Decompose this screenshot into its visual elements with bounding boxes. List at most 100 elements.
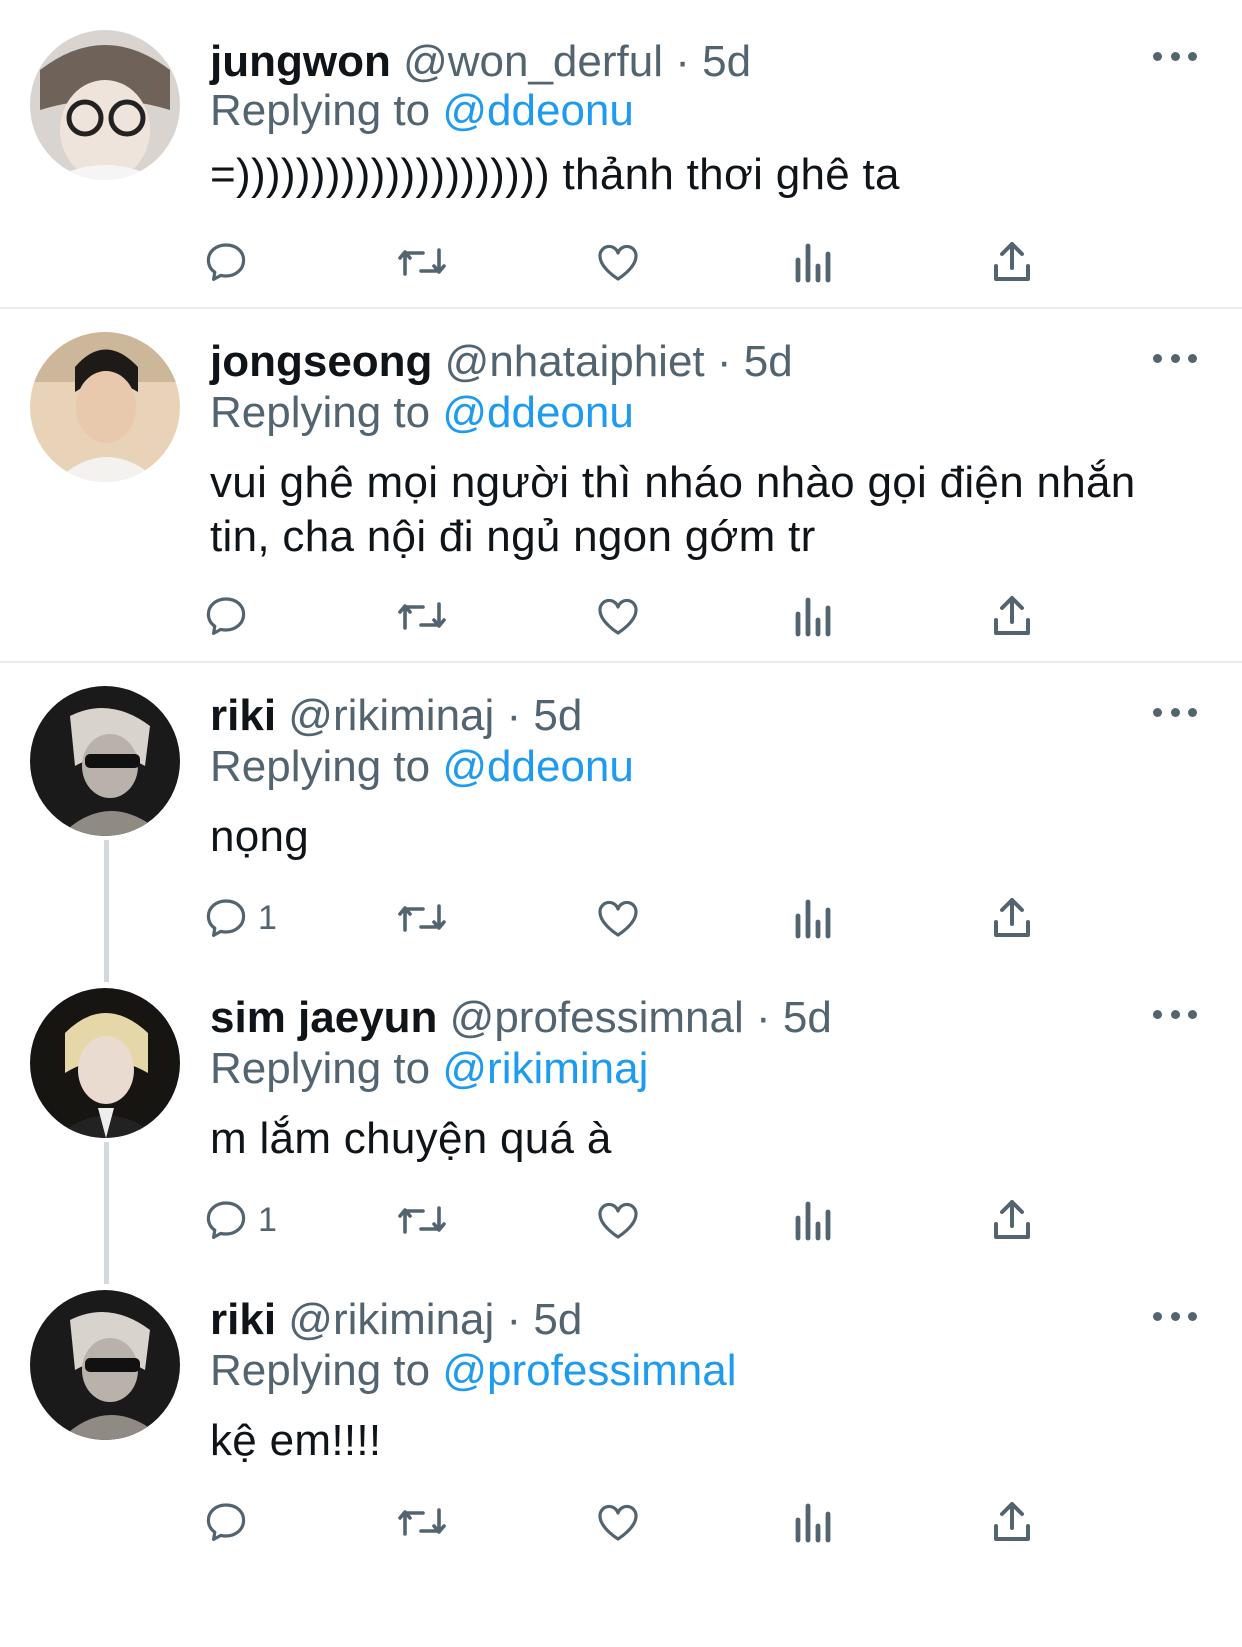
timestamp[interactable]: 5d [533,691,582,740]
user-handle[interactable]: @rikiminaj [288,691,494,740]
share-icon [994,1200,1030,1239]
retweet-button[interactable] [395,588,449,644]
more-icon[interactable] [1153,700,1197,724]
tweet-text: m lắm chuyện quá à [210,1114,612,1163]
share-button[interactable] [990,588,1034,644]
reply-count: 1 [258,898,277,937]
retweet-button[interactable] [395,890,449,946]
timestamp[interactable]: 5d [533,1295,582,1344]
replying-mention[interactable]: @ddeonu [442,388,634,437]
share-button[interactable] [990,1192,1034,1248]
heart-icon [598,244,638,281]
replying-mention[interactable]: @ddeonu [442,742,634,791]
reply-button[interactable] [202,234,258,290]
tweet-header: riki @rikiminaj · 5d [210,686,582,746]
views-button[interactable] [794,890,834,946]
heart-icon [598,1504,638,1541]
share-button[interactable] [990,1494,1034,1550]
separator-dot: · [506,691,522,740]
replying-to: Replying to @ddeonu [210,82,634,140]
share-button[interactable] [990,890,1034,946]
tweet-actions [206,1494,1110,1550]
more-icon[interactable] [1153,346,1197,370]
replying-to: Replying to @professimnal [210,1342,736,1400]
retweet-icon [398,602,446,630]
tweet-text: kệ em!!!! [210,1416,382,1465]
avatar[interactable] [30,1290,180,1440]
tweet-text: =))))))))))))))))))))) thảnh thơi ghê ta [210,150,900,199]
replying-prefix: Replying to [210,1346,431,1395]
retweet-button[interactable] [395,1494,449,1550]
retweet-button[interactable] [395,1192,449,1248]
reply-icon [206,1201,246,1239]
display-name[interactable]: jungwon [210,37,391,86]
retweet-icon [398,248,446,276]
views-icon [795,899,831,939]
share-icon [994,596,1030,635]
reply-icon [206,899,246,937]
user-handle[interactable]: @rikiminaj [288,1295,494,1344]
more-icon[interactable] [1153,1002,1197,1026]
share-button[interactable] [990,234,1034,290]
reply-button[interactable]: 1 [202,890,277,946]
avatar[interactable] [30,30,180,180]
replying-to: Replying to @rikiminaj [210,1040,648,1098]
heart-icon [598,598,638,635]
replying-mention[interactable]: @professimnal [442,1346,736,1395]
tweet-header: jongseong @nhataiphiet · 5d [210,332,793,392]
thread-line [104,1142,109,1284]
avatar[interactable] [30,686,180,836]
replying-to: Replying to @ddeonu [210,384,634,442]
tweet-actions: 1 [206,890,1110,946]
share-icon [994,1502,1030,1541]
views-icon [795,243,831,283]
tweet-actions: 1 [206,1192,1110,1248]
like-button[interactable] [594,890,642,946]
user-handle[interactable]: @won_derful [403,37,663,86]
replying-mention[interactable]: @rikiminaj [442,1044,648,1093]
share-icon [994,898,1030,937]
avatar[interactable] [30,332,180,482]
reply-button[interactable] [202,1494,258,1550]
timestamp[interactable]: 5d [783,993,832,1042]
display-name[interactable]: sim jaeyun [210,993,437,1042]
heart-icon [598,1202,638,1239]
tweet-divider [0,661,1242,663]
views-button[interactable] [794,1494,834,1550]
display-name[interactable]: riki [210,691,276,740]
reply-count: 1 [258,1200,277,1239]
tweet-text: nọng [210,812,310,861]
display-name[interactable]: riki [210,1295,276,1344]
separator-dot: · [716,337,732,386]
replying-to: Replying to @ddeonu [210,738,634,796]
avatar[interactable] [30,988,180,1138]
replying-prefix: Replying to [210,742,431,791]
like-button[interactable] [594,234,642,290]
timestamp[interactable]: 5d [702,37,751,86]
views-icon [795,1503,831,1543]
views-button[interactable] [794,588,834,644]
more-icon[interactable] [1153,44,1197,68]
views-button[interactable] [794,234,834,290]
like-button[interactable] [594,588,642,644]
heart-icon [598,900,638,937]
display-name[interactable]: jongseong [210,337,432,386]
replying-mention[interactable]: @ddeonu [442,86,634,135]
like-button[interactable] [594,1494,642,1550]
separator-dot: · [506,1295,522,1344]
tweet-header: sim jaeyun @professimnal · 5d [210,988,832,1048]
reply-icon [206,1503,246,1541]
views-button[interactable] [794,1192,834,1248]
reply-button[interactable]: 1 [202,1192,277,1248]
tweet-actions [206,588,1110,644]
more-icon[interactable] [1153,1304,1197,1328]
user-handle[interactable]: @nhataiphiet [445,337,705,386]
timestamp[interactable]: 5d [744,337,793,386]
user-handle[interactable]: @professimnal [450,993,744,1042]
retweet-button[interactable] [395,234,449,290]
retweet-icon [398,904,446,932]
like-button[interactable] [594,1192,642,1248]
tweet-actions [206,234,1110,290]
share-icon [994,242,1030,281]
reply-button[interactable] [202,588,258,644]
